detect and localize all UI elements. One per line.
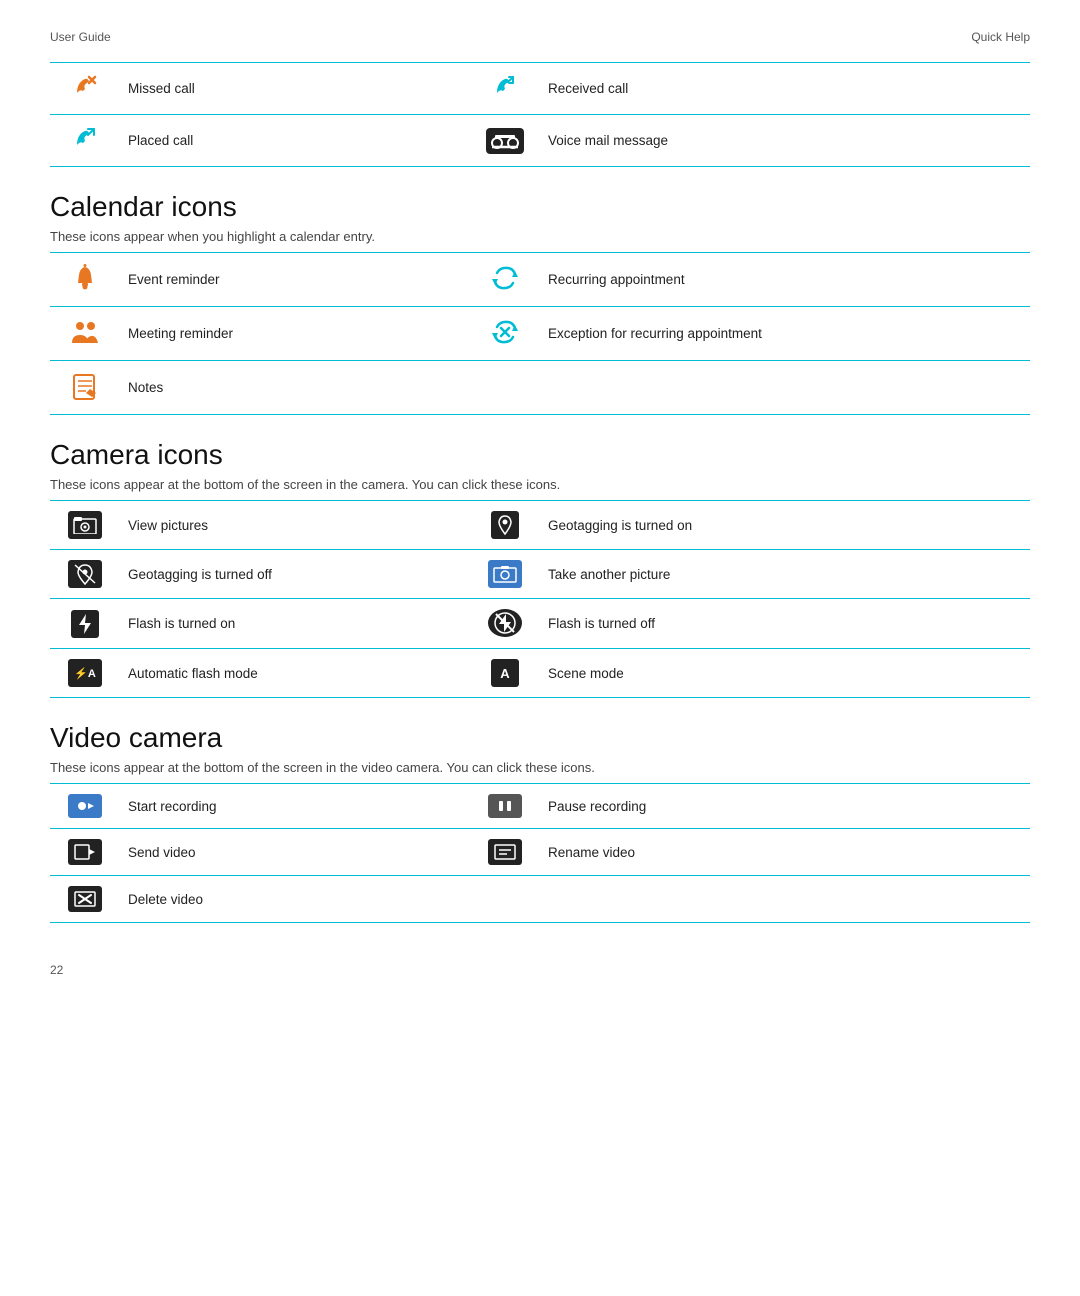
table-row: Geotagging is turned off Take another pi… (50, 550, 1030, 599)
scene-mode-icon-cell: A (470, 649, 540, 698)
geotagging-on-label: Geotagging is turned on (540, 501, 1030, 550)
geotagging-on-icon-cell (470, 501, 540, 550)
call-icons-table: Missed call Received call Placed call (50, 62, 1030, 167)
event-reminder-icon-cell (50, 253, 120, 307)
auto-flash-label: Automatic flash mode (120, 649, 470, 698)
video-section-title: Video camera (50, 722, 1030, 754)
rename-video-label: Rename video (540, 829, 1030, 876)
exception-recurring-label: Exception for recurring appointment (540, 307, 1030, 361)
table-row: Start recording Pause recording (50, 784, 1030, 829)
pause-recording-label: Pause recording (540, 784, 1030, 829)
voicemail-icon (486, 128, 524, 154)
voicemail-label: Voice mail message (540, 115, 1030, 167)
view-pictures-icon-cell (50, 501, 120, 550)
camera-section-desc: These icons appear at the bottom of the … (50, 477, 1030, 492)
notes-icon-cell (50, 361, 120, 415)
calendar-section-title: Calendar icons (50, 191, 1030, 223)
geotagging-off-icon-cell (50, 550, 120, 599)
received-call-icon-cell (470, 63, 540, 115)
calendar-section-desc: These icons appear when you highlight a … (50, 229, 1030, 244)
missed-call-icon-cell (50, 63, 120, 115)
start-recording-icon-cell (50, 784, 120, 829)
received-call-icon (491, 73, 519, 101)
recurring-appointment-label: Recurring appointment (540, 253, 1030, 307)
rename-video-icon-cell (470, 829, 540, 876)
notes-label: Notes (120, 361, 470, 415)
delete-video-icon-cell (50, 876, 120, 923)
flash-on-icon-cell (50, 599, 120, 649)
geotagging-off-label: Geotagging is turned off (120, 550, 470, 599)
meeting-reminder-icon (70, 317, 100, 347)
meeting-reminder-label: Meeting reminder (120, 307, 470, 361)
camera-section-title: Camera icons (50, 439, 1030, 471)
table-row: Notes (50, 361, 1030, 415)
notes-icon (70, 371, 100, 401)
geotagging-off-icon (68, 560, 102, 588)
flash-off-label: Flash is turned off (540, 599, 1030, 649)
page-number: 22 (50, 963, 1030, 977)
table-row: Missed call Received call (50, 63, 1030, 115)
exception-recurring-icon (490, 317, 520, 347)
auto-flash-icon: ⚡A (68, 659, 102, 687)
send-video-icon-cell (50, 829, 120, 876)
flash-off-icon-cell (470, 599, 540, 649)
send-video-icon (68, 839, 102, 865)
auto-flash-icon-cell: ⚡A (50, 649, 120, 698)
recurring-icon-cell (470, 253, 540, 307)
voicemail-icon-cell (470, 115, 540, 167)
meeting-reminder-icon-cell (50, 307, 120, 361)
table-row: Event reminder Recurring appointment (50, 253, 1030, 307)
missed-call-icon (71, 73, 99, 101)
flash-on-label: Flash is turned on (120, 599, 470, 649)
start-recording-label: Start recording (120, 784, 470, 829)
page-header: User Guide Quick Help (50, 30, 1030, 44)
table-row: Meeting reminder Exception for recurring… (50, 307, 1030, 361)
user-guide-label: User Guide (50, 30, 111, 44)
delete-video-label: Delete video (120, 876, 470, 923)
calendar-icons-table: Event reminder Recurring appointment Mee… (50, 252, 1030, 415)
quick-help-label: Quick Help (971, 30, 1030, 44)
placed-call-label: Placed call (120, 115, 470, 167)
take-picture-icon (488, 560, 522, 588)
recurring-appointment-icon (490, 263, 520, 293)
event-reminder-label: Event reminder (120, 253, 470, 307)
missed-call-label: Missed call (120, 63, 470, 115)
exception-icon-cell (470, 307, 540, 361)
camera-icons-table: View pictures Geotagging is turned on Ge… (50, 500, 1030, 698)
pause-recording-icon (488, 794, 522, 818)
event-reminder-icon (70, 263, 100, 293)
video-section-desc: These icons appear at the bottom of the … (50, 760, 1030, 775)
table-row: Delete video (50, 876, 1030, 923)
table-row: ⚡A Automatic flash mode A Scene mode (50, 649, 1030, 698)
scene-mode-label: Scene mode (540, 649, 1030, 698)
scene-mode-icon: A (491, 659, 519, 687)
placed-call-icon-cell (50, 115, 120, 167)
pause-recording-icon-cell (470, 784, 540, 829)
flash-off-icon (488, 609, 522, 637)
table-row: View pictures Geotagging is turned on (50, 501, 1030, 550)
send-video-label: Send video (120, 829, 470, 876)
view-pictures-icon (68, 511, 102, 539)
rename-video-icon (488, 839, 522, 865)
video-icons-table: Start recording Pause recording Send vid… (50, 783, 1030, 923)
geotagging-on-icon (491, 511, 519, 539)
view-pictures-label: View pictures (120, 501, 470, 550)
flash-on-icon (71, 610, 99, 638)
table-row: Send video Rename video (50, 829, 1030, 876)
table-row: Flash is turned on Flash is turned off (50, 599, 1030, 649)
start-recording-icon (68, 794, 102, 818)
table-row: Placed call Voice mail message (50, 115, 1030, 167)
take-picture-label: Take another picture (540, 550, 1030, 599)
placed-call-icon (71, 125, 99, 153)
delete-video-icon (68, 886, 102, 912)
received-call-label: Received call (540, 63, 1030, 115)
take-picture-icon-cell (470, 550, 540, 599)
